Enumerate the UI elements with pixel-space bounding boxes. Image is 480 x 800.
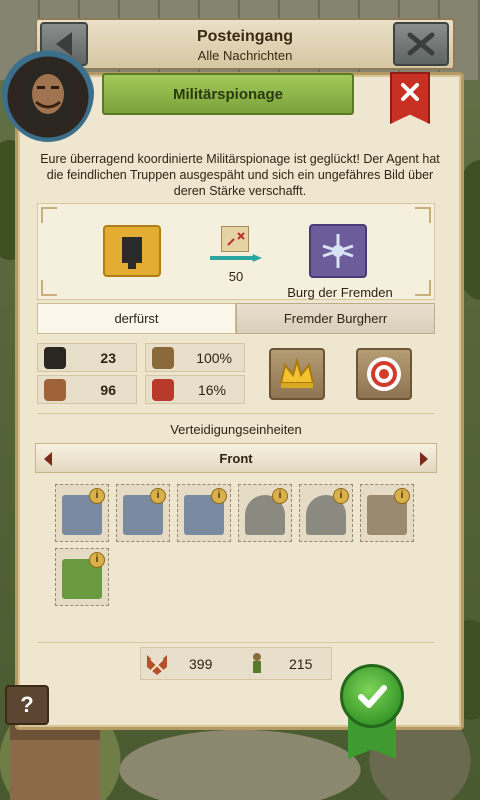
flank-label: Front bbox=[219, 451, 253, 466]
defense-units-label: Verteidigungseinheiten bbox=[170, 422, 302, 437]
success-value: 100% bbox=[196, 350, 232, 366]
map-icon bbox=[221, 226, 249, 252]
ornament-corner bbox=[415, 280, 431, 296]
help-button[interactable]: ? bbox=[5, 685, 49, 725]
ornament-corner bbox=[41, 207, 57, 223]
agents-value: 23 bbox=[100, 350, 116, 366]
info-icon[interactable]: i bbox=[89, 552, 105, 568]
unit-slot[interactable]: i bbox=[238, 484, 292, 542]
target-button[interactable] bbox=[356, 348, 412, 400]
checkmark-icon bbox=[358, 685, 387, 708]
magnifier-icon bbox=[152, 347, 174, 369]
travel-value: 50 bbox=[228, 269, 244, 284]
agents-stat: 23 bbox=[37, 343, 137, 372]
target-castle-name: Burg der Fremden bbox=[287, 285, 393, 300]
crown-button[interactable] bbox=[269, 348, 325, 400]
next-flank-button[interactable] bbox=[420, 452, 428, 466]
unit-slot[interactable]: i bbox=[299, 484, 353, 542]
target-icon bbox=[367, 357, 401, 391]
info-icon[interactable]: i bbox=[394, 488, 410, 504]
info-icon[interactable]: i bbox=[150, 488, 166, 504]
ornament-corner bbox=[41, 280, 57, 296]
effort-stat: 96 bbox=[37, 375, 137, 404]
effort-value: 96 bbox=[100, 382, 116, 398]
enemy-crest-icon bbox=[309, 224, 367, 278]
defense-totals: 399 215 bbox=[140, 647, 332, 680]
crossed-swords-icon bbox=[147, 655, 167, 675]
dialog-title-banner: Militärspionage bbox=[102, 73, 354, 115]
success-stat: 100% bbox=[145, 343, 245, 372]
info-icon[interactable]: i bbox=[272, 488, 288, 504]
inbox-close-button[interactable] bbox=[393, 22, 449, 66]
defense-units-grid: i i i i i i i bbox=[37, 478, 435, 638]
close-icon bbox=[401, 83, 419, 101]
melee-total: 399 bbox=[189, 656, 213, 672]
crown-icon bbox=[279, 357, 315, 388]
hooded-agent-icon bbox=[22, 60, 74, 122]
torch-icon bbox=[44, 379, 66, 401]
unit-slot[interactable]: i bbox=[55, 484, 109, 542]
hooded-agent-icon bbox=[44, 347, 66, 369]
section-divider bbox=[37, 413, 435, 414]
inbox-subtitle: Alle Nachrichten bbox=[197, 48, 293, 63]
unit-slot[interactable]: i bbox=[360, 484, 414, 542]
unit-slot[interactable]: i bbox=[177, 484, 231, 542]
dialog-title: Militärspionage bbox=[172, 85, 284, 103]
info-icon[interactable]: i bbox=[211, 488, 227, 504]
ranged-total: 215 bbox=[289, 656, 313, 672]
own-crest-icon bbox=[103, 225, 161, 277]
risk-value: 16% bbox=[197, 382, 226, 398]
spy-report-text: Eure überragend koordinierte Militärspio… bbox=[40, 152, 440, 198]
attacker-name: derfürst bbox=[37, 303, 236, 334]
section-divider bbox=[37, 642, 435, 643]
confirm-button[interactable] bbox=[340, 664, 404, 728]
info-icon[interactable]: i bbox=[89, 488, 105, 504]
spy-agent-avatar bbox=[2, 42, 94, 142]
ornament-corner bbox=[415, 207, 431, 223]
risk-stat: 16% bbox=[145, 375, 245, 404]
archer-icon bbox=[253, 653, 261, 673]
flank-selector: Front bbox=[35, 443, 437, 473]
unit-slot[interactable]: i bbox=[55, 548, 109, 606]
unit-slot[interactable]: i bbox=[116, 484, 170, 542]
building bbox=[10, 720, 100, 800]
info-icon[interactable]: i bbox=[333, 488, 349, 504]
inbox-title: Posteingang bbox=[196, 28, 293, 45]
defender-name: Fremder Burgherr bbox=[236, 303, 435, 334]
close-icon bbox=[407, 32, 435, 56]
inbox-header: Posteingang Alle Nachrichten bbox=[35, 18, 455, 70]
potion-icon bbox=[152, 379, 174, 401]
